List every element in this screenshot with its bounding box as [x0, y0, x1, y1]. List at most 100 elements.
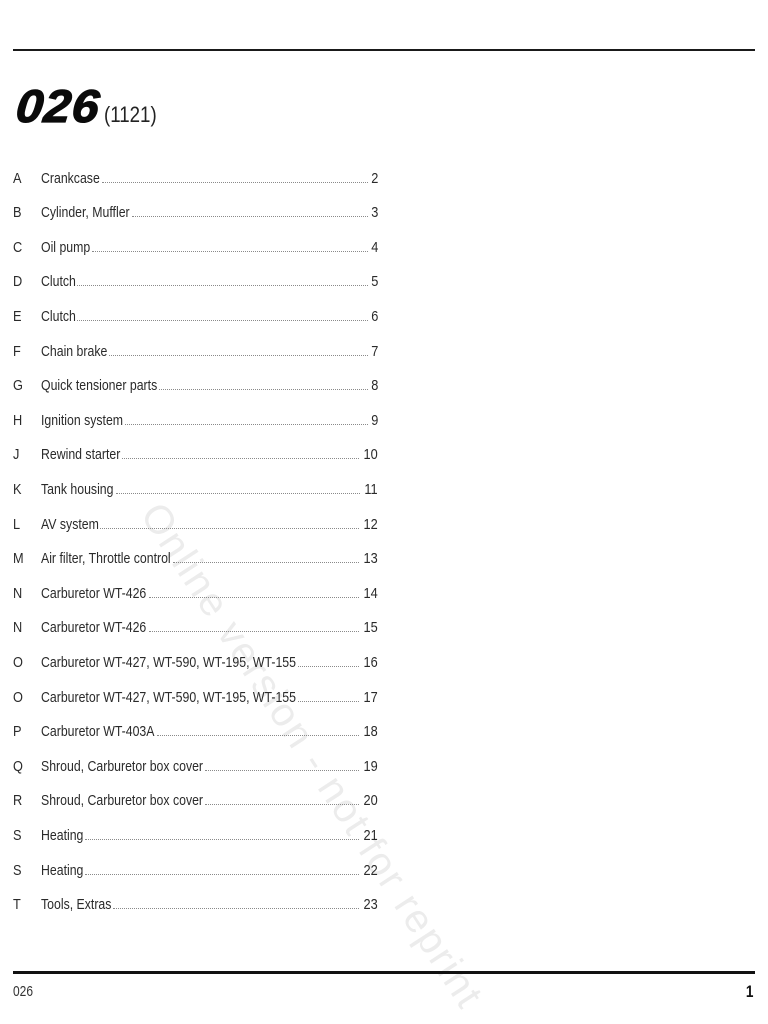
- toc-entry-line: Quick tensioner parts 8: [41, 377, 378, 394]
- toc-section-title[interactable]: Chain brake: [41, 343, 107, 360]
- footer-page-number: 1: [745, 982, 753, 1001]
- toc-entry[interactable]: J Rewind starter 10: [0, 442, 390, 468]
- toc-page-number[interactable]: 9: [371, 412, 378, 429]
- toc-page-number[interactable]: 17: [364, 689, 378, 706]
- toc-dot-leader: [204, 769, 360, 771]
- toc-page-number[interactable]: 14: [364, 585, 378, 602]
- toc-entry-line: Ignition system 9: [41, 412, 378, 429]
- toc-section-title[interactable]: Tank housing: [41, 481, 113, 498]
- toc-page-number[interactable]: 12: [364, 516, 378, 533]
- toc-entry-line: Carburetor WT-426 15: [41, 619, 378, 636]
- toc-entry-line: Shroud, Carburetor box cover 20: [41, 792, 378, 809]
- toc-dot-leader: [77, 319, 368, 321]
- toc-entry[interactable]: Q Shroud, Carburetor box cover 19: [0, 753, 390, 779]
- toc-entry-line: Heating 22: [41, 862, 378, 879]
- toc-page-number[interactable]: 23: [364, 896, 378, 913]
- toc-entry[interactable]: N Carburetor WT-426 14: [0, 580, 390, 606]
- toc-section-title[interactable]: Tools, Extras: [41, 896, 111, 913]
- toc-entry[interactable]: C Oil pump 4: [0, 234, 390, 260]
- toc-dot-leader: [131, 215, 368, 218]
- toc-entry-line: Clutch 5: [41, 273, 378, 290]
- toc-dot-leader: [125, 423, 368, 425]
- toc-section-title[interactable]: Heating: [41, 862, 83, 879]
- toc-entry[interactable]: D Clutch 5: [0, 269, 390, 295]
- toc-entry[interactable]: S Heating 22: [0, 857, 390, 883]
- toc-section-title[interactable]: Heating: [41, 827, 83, 844]
- toc-section-title[interactable]: Carburetor WT-426: [41, 585, 146, 602]
- toc-dot-leader: [172, 561, 360, 564]
- toc-entry[interactable]: P Carburetor WT-403A 18: [0, 719, 390, 745]
- toc-section-title[interactable]: AV system: [41, 516, 99, 533]
- toc-section-title[interactable]: Air filter, Throttle control: [41, 550, 171, 567]
- toc-section-title[interactable]: Shroud, Carburetor box cover: [41, 792, 203, 809]
- toc-entry-line: Shroud, Carburetor box cover 19: [41, 758, 378, 775]
- toc-section-letter: P: [13, 723, 22, 741]
- toc-entry[interactable]: K Tank housing 11: [0, 476, 390, 502]
- toc-section-title[interactable]: Shroud, Carburetor box cover: [41, 758, 203, 775]
- toc-section-letter: N: [13, 584, 23, 602]
- toc-section-letter: D: [13, 273, 23, 291]
- toc-page-number[interactable]: 10: [364, 446, 378, 463]
- toc-section-title[interactable]: Rewind starter: [41, 446, 120, 463]
- toc-section-letter: T: [13, 896, 21, 914]
- toc-entry[interactable]: E Clutch 6: [0, 303, 390, 329]
- toc-entry[interactable]: R Shroud, Carburetor box cover 20: [0, 788, 390, 814]
- toc-entry[interactable]: F Chain brake 7: [0, 338, 390, 364]
- toc-entry[interactable]: H Ignition system 9: [0, 407, 390, 433]
- toc-section-title[interactable]: Ignition system: [41, 412, 123, 429]
- toc-section-letter: E: [13, 307, 22, 325]
- toc-section-title[interactable]: Clutch: [41, 273, 76, 290]
- toc-page-number[interactable]: 22: [364, 862, 378, 879]
- toc-dot-leader: [77, 284, 368, 287]
- toc-entry[interactable]: M Air filter, Throttle control 13: [0, 546, 390, 572]
- toc-page-number[interactable]: 2: [371, 170, 378, 187]
- toc-page-number[interactable]: 4: [371, 239, 378, 256]
- toc-section-title[interactable]: Carburetor WT-427, WT-590, WT-195, WT-15…: [41, 654, 296, 671]
- toc-entry[interactable]: B Cylinder, Muffler 3: [0, 200, 390, 226]
- toc-entry[interactable]: O Carburetor WT-427, WT-590, WT-195, WT-1…: [0, 684, 390, 710]
- toc-section-title[interactable]: Crankcase: [41, 170, 100, 187]
- toc-section-letter: N: [13, 619, 23, 637]
- toc-entry[interactable]: N Carburetor WT-426 15: [0, 615, 390, 641]
- toc-page-number[interactable]: 11: [365, 481, 378, 498]
- toc-section-letter: B: [13, 204, 22, 222]
- toc-page-number[interactable]: 7: [371, 343, 378, 360]
- toc-section-title[interactable]: Carburetor WT-427, WT-590, WT-195, WT-15…: [41, 689, 296, 706]
- toc-page-number[interactable]: 16: [364, 654, 378, 671]
- toc-page-number[interactable]: 15: [364, 619, 378, 636]
- toc-page-number[interactable]: 19: [364, 758, 378, 775]
- toc-dot-leader: [85, 873, 360, 875]
- toc-page-number[interactable]: 5: [371, 273, 378, 290]
- toc-page-number[interactable]: 13: [364, 550, 378, 567]
- toc-entry-line: Oil pump 4: [41, 239, 378, 256]
- toc-dot-leader: [204, 803, 360, 806]
- toc-page-number[interactable]: 3: [371, 204, 378, 221]
- toc-page-number[interactable]: 20: [364, 792, 378, 809]
- toc-entry[interactable]: T Tools, Extras 23: [0, 892, 390, 918]
- toc-page-number[interactable]: 18: [364, 723, 378, 740]
- toc-page-number[interactable]: 21: [364, 827, 378, 844]
- toc-section-title[interactable]: Quick tensioner parts: [41, 377, 157, 394]
- toc-section-title[interactable]: Oil pump: [41, 239, 90, 256]
- toc-dot-leader: [156, 734, 360, 737]
- toc-section-letter: R: [13, 792, 23, 810]
- toc-page-number[interactable]: 8: [371, 377, 378, 394]
- toc-section-title[interactable]: Carburetor WT-426: [41, 619, 146, 636]
- toc-entry[interactable]: G Quick tensioner parts 8: [0, 373, 390, 399]
- toc-entry-line: Carburetor WT-426 14: [41, 585, 378, 602]
- toc-section-letter: O: [13, 653, 23, 671]
- model-code: (1121): [103, 102, 157, 127]
- toc-section-title[interactable]: Carburetor WT-403A: [41, 723, 154, 740]
- toc-section-letter: C: [13, 238, 23, 256]
- toc-section-letter: J: [13, 446, 20, 464]
- toc-entry[interactable]: O Carburetor WT-427, WT-590, WT-195, WT-1…: [0, 649, 390, 675]
- toc-entry[interactable]: S Heating 21: [0, 822, 390, 848]
- footer-rule: [13, 971, 755, 974]
- toc-section-letter: S: [13, 861, 22, 879]
- toc-section-title[interactable]: Cylinder, Muffler: [41, 204, 130, 221]
- toc-page-number[interactable]: 6: [371, 308, 378, 325]
- toc-entry[interactable]: L AV system 12: [0, 511, 390, 537]
- toc-dot-leader: [92, 250, 368, 252]
- toc-section-title[interactable]: Clutch: [41, 308, 76, 325]
- toc-entry[interactable]: A Crankcase 2: [0, 165, 390, 191]
